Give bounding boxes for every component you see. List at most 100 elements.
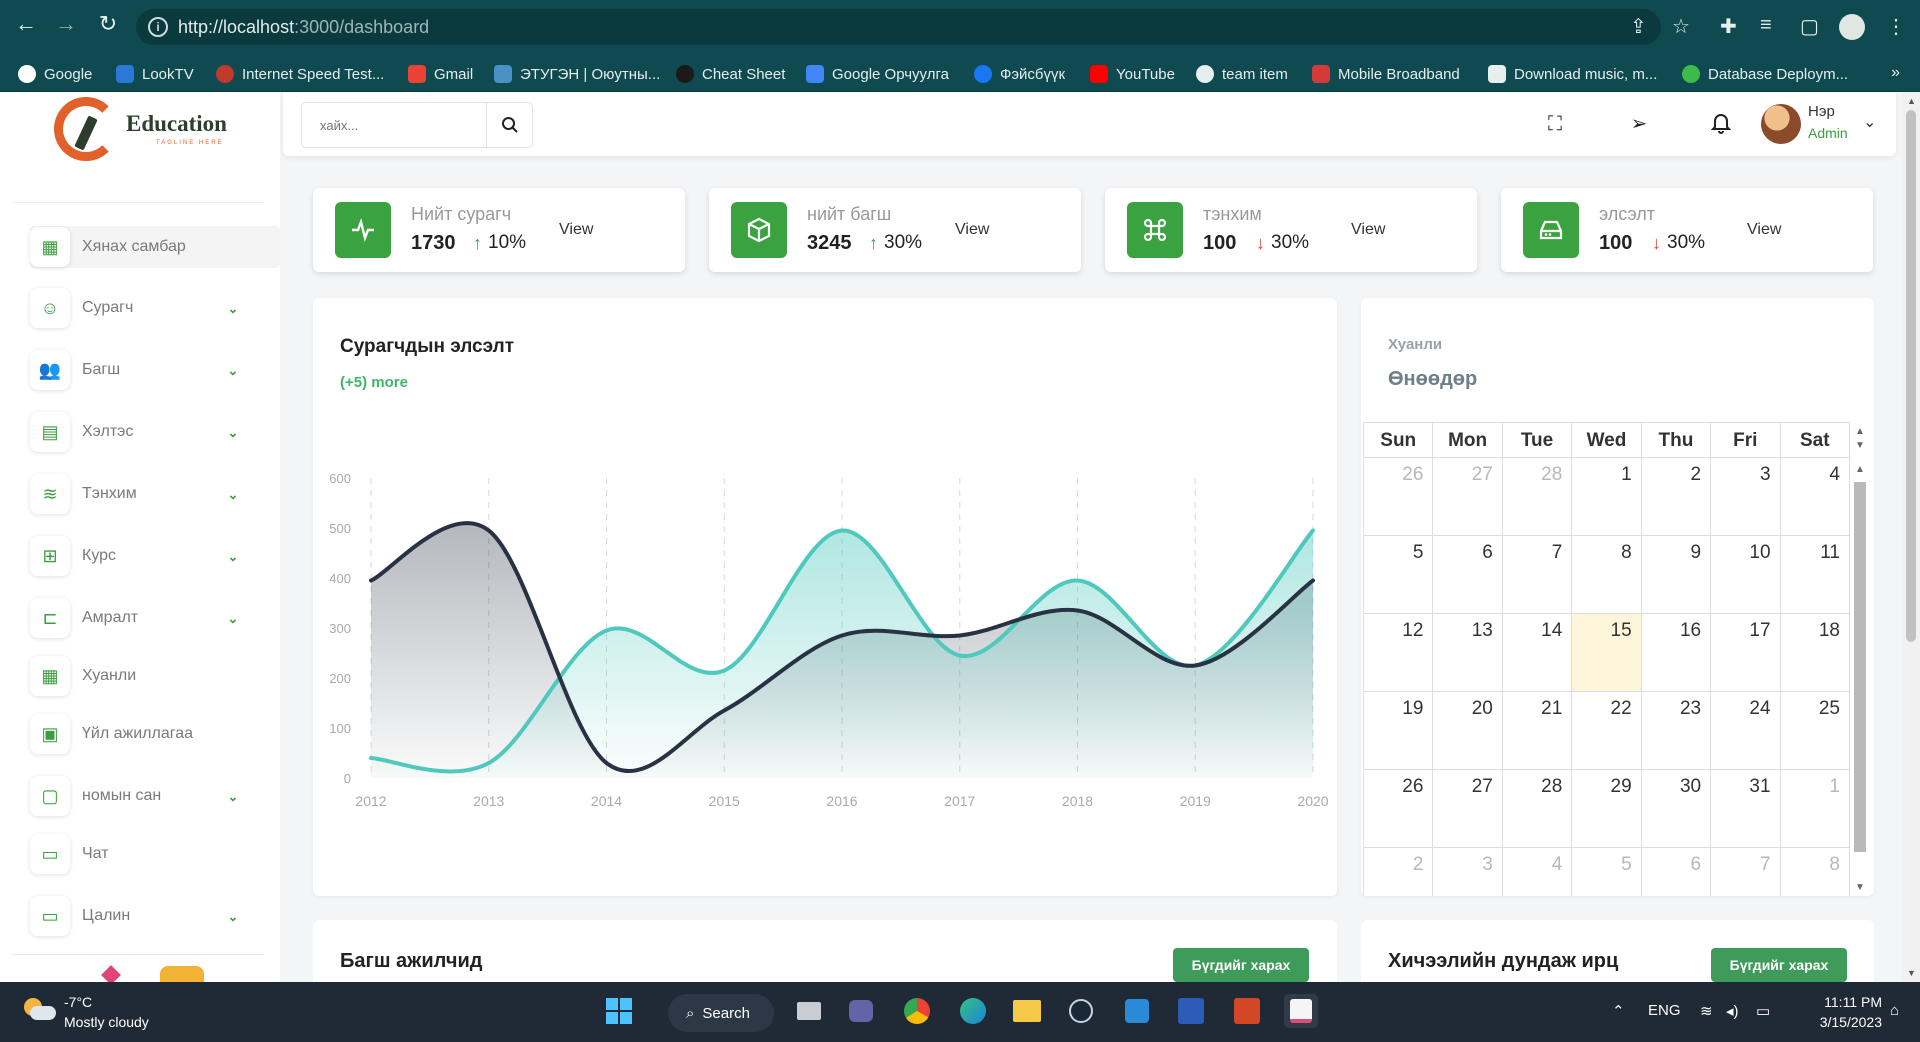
chevron-up-icon[interactable]: ⌃ [1612, 1002, 1625, 1020]
view-all-staff-button[interactable]: Бүгдийг харах [1173, 948, 1309, 982]
steam-icon[interactable] [1064, 994, 1098, 1028]
logo[interactable]: Education TAGLINE HERE [54, 97, 254, 167]
bookmark-item[interactable]: Фэйсбүүк [974, 64, 1065, 84]
chevron-down-icon[interactable]: ⌄ [226, 301, 240, 316]
bookmark-item[interactable]: ЭТУГЭН | Оюутны... [494, 64, 660, 84]
avatar[interactable] [1761, 104, 1801, 144]
chart-more-link[interactable]: (+5) more [340, 374, 408, 391]
bookmark-item[interactable]: YouTube [1090, 64, 1175, 84]
chevron-down-icon[interactable]: ⌄ [226, 425, 240, 440]
reading-list-icon[interactable]: ≡ [1760, 14, 1772, 37]
search-button[interactable] [486, 103, 532, 147]
calendar-day[interactable]: 7 [1711, 848, 1781, 896]
calendar-day[interactable]: 16 [1642, 614, 1712, 691]
vscode-icon[interactable] [1120, 994, 1154, 1028]
star-icon[interactable]: ☆ [1672, 14, 1690, 39]
calendar-day[interactable]: 2 [1363, 848, 1434, 896]
calendar-day[interactable]: 22 [1572, 692, 1642, 769]
scroll-thumb[interactable] [1854, 482, 1866, 852]
user-name[interactable]: Нэр [1808, 103, 1835, 120]
language-indicator[interactable]: ENG [1648, 1002, 1681, 1019]
notifications-bell-icon[interactable]: ⌂ [1890, 1002, 1899, 1019]
scroll-down-icon[interactable]: ▼ [1907, 968, 1916, 978]
bookmark-item[interactable]: team item [1196, 64, 1288, 84]
profile-avatar[interactable] [1839, 14, 1865, 40]
calendar-day[interactable]: 5 [1572, 848, 1642, 896]
calendar-day[interactable]: 17 [1711, 614, 1781, 691]
weather-desc[interactable]: Mostly cloudy [64, 1014, 149, 1030]
calendar-day[interactable]: 3 [1433, 848, 1503, 896]
fullscreen-icon[interactable]: ⛶ [1543, 112, 1567, 136]
bookmark-item[interactable]: Mobile Broadband [1312, 64, 1460, 84]
chevron-down-icon[interactable]: ⌄ [1863, 112, 1876, 132]
calendar-day[interactable]: 4 [1781, 458, 1850, 535]
calendar-day[interactable]: 15 [1572, 614, 1642, 691]
bell-icon[interactable] [1709, 112, 1733, 136]
scroll-up-icon[interactable]: ▲ [1907, 96, 1916, 106]
calendar-day[interactable]: 6 [1433, 536, 1503, 613]
teams-chat-icon[interactable] [844, 994, 878, 1028]
sidebar-item[interactable]: ▦ Хянах самбар [30, 226, 280, 268]
bookmark-item[interactable]: Database Deploym... [1682, 64, 1848, 84]
address-bar[interactable]: i http://localhost:3000/dashboard [136, 9, 1661, 45]
sidebar-item[interactable]: 👥 Багш ⌄ [30, 349, 280, 391]
calendar-day[interactable]: 10 [1711, 536, 1781, 613]
weather-temp[interactable]: -7°C [64, 994, 92, 1010]
calendar-scrollbar[interactable]: ▲ ▼ ▲ ▼ [1852, 422, 1868, 896]
calendar-day[interactable]: 26 [1363, 770, 1434, 847]
calendar-day[interactable]: 27 [1433, 770, 1503, 847]
task-view-icon[interactable] [792, 994, 826, 1028]
calendar-day[interactable]: 13 [1433, 614, 1503, 691]
calendar-day[interactable]: 28 [1503, 770, 1573, 847]
bookmark-item[interactable]: Google Орчуулга [806, 64, 949, 84]
calendar-day[interactable]: 3 [1711, 458, 1781, 535]
clock-time[interactable]: 11:11 PM [1812, 994, 1882, 1010]
stat-view-link[interactable]: View [1747, 221, 1781, 239]
scroll-thumb[interactable] [1906, 110, 1916, 642]
extensions-icon[interactable]: ✚ [1720, 14, 1737, 39]
taskbar-search[interactable]: ⌕ Search [668, 994, 774, 1032]
calendar-day[interactable]: 12 [1363, 614, 1434, 691]
calendar-day[interactable]: 18 [1781, 614, 1850, 691]
calendar-day[interactable]: 8 [1781, 848, 1850, 896]
windows-start-icon[interactable] [602, 994, 636, 1028]
chevron-down-icon[interactable]: ⌄ [226, 909, 240, 924]
calendar-day[interactable]: 1 [1572, 458, 1642, 535]
scroll-down-icon[interactable]: ▼ [1855, 440, 1865, 451]
sidebar-item[interactable]: ⊞ Курс ⌄ [30, 535, 280, 577]
scroll-down-icon[interactable]: ▼ [1855, 882, 1865, 893]
calendar-day[interactable]: 23 [1642, 692, 1712, 769]
stat-view-link[interactable]: View [955, 221, 989, 239]
chevron-down-icon[interactable]: ⌄ [226, 789, 240, 804]
volume-icon[interactable]: ◂) [1726, 1002, 1739, 1020]
wifi-icon[interactable]: ≋ [1700, 1002, 1713, 1020]
calendar-day[interactable]: 20 [1433, 692, 1503, 769]
file-explorer-icon[interactable] [1010, 994, 1044, 1028]
chrome-icon[interactable] [900, 994, 934, 1028]
view-all-attendance-button[interactable]: Бүгдийг харах [1711, 948, 1847, 982]
calendar-day[interactable]: 19 [1363, 692, 1434, 769]
bookmarks-more-icon[interactable]: » [1891, 64, 1900, 82]
url-text[interactable]: http://localhost:3000/dashboard [178, 17, 429, 38]
calendar-day[interactable]: 6 [1642, 848, 1712, 896]
chevron-down-icon[interactable]: ⌄ [226, 487, 240, 502]
sidebar-item[interactable]: ☺ Сурагч ⌄ [30, 287, 280, 329]
side-panel-icon[interactable]: ▢ [1800, 14, 1819, 39]
bookmark-item[interactable]: Gmail [408, 64, 473, 84]
sidebar-item[interactable]: ▭ Чат [30, 833, 280, 875]
calendar-day[interactable]: 27 [1433, 458, 1503, 535]
calendar-day[interactable]: 8 [1572, 536, 1642, 613]
calendar-day[interactable]: 25 [1781, 692, 1850, 769]
snipping-tool-icon[interactable] [1284, 994, 1318, 1028]
calendar-day[interactable]: 4 [1503, 848, 1573, 896]
word-icon[interactable] [1174, 994, 1208, 1028]
calendar-day[interactable]: 14 [1503, 614, 1573, 691]
calendar-day[interactable]: 24 [1711, 692, 1781, 769]
bookmark-item[interactable]: Cheat Sheet [676, 64, 785, 84]
stat-view-link[interactable]: View [559, 221, 593, 239]
bookmark-item[interactable]: LookTV [116, 64, 194, 84]
page-scrollbar[interactable]: ▲ ▼ [1902, 92, 1920, 982]
calendar-day[interactable]: 21 [1503, 692, 1573, 769]
calendar-day[interactable]: 2 [1642, 458, 1712, 535]
chevron-down-icon[interactable]: ⌄ [226, 363, 240, 378]
